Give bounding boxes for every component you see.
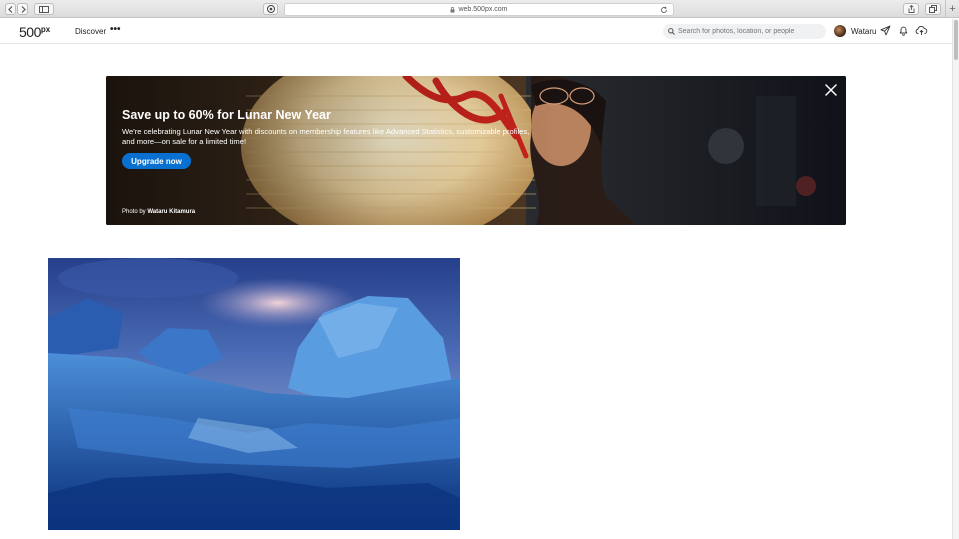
nav-discover-link[interactable]: Discover bbox=[75, 27, 106, 36]
chevron-right-icon bbox=[21, 5, 26, 13]
sidebar-icon bbox=[39, 5, 49, 13]
pinterest-extension-button[interactable] bbox=[263, 3, 278, 15]
back-button[interactable] bbox=[5, 3, 16, 15]
avatar[interactable] bbox=[834, 25, 846, 37]
search-box[interactable] bbox=[663, 24, 826, 39]
search-icon bbox=[668, 28, 675, 35]
promo-banner: Save up to 60% for Lunar New Year We're … bbox=[106, 76, 846, 225]
photo-credit-author[interactable]: Wataru Kitamura bbox=[147, 209, 195, 215]
share-icon bbox=[908, 5, 914, 13]
logo-superscript: px bbox=[40, 25, 51, 34]
banner-description: We're celebrating Lunar New Year with di… bbox=[122, 127, 530, 146]
forward-button[interactable] bbox=[17, 3, 28, 15]
tabs-overview-button[interactable] bbox=[925, 3, 941, 15]
photo-caption-partial bbox=[48, 535, 138, 539]
url-text: web.500px.com bbox=[458, 6, 508, 13]
page-scrollbar[interactable] bbox=[952, 19, 959, 539]
upgrade-now-button[interactable]: Upgrade now bbox=[122, 153, 191, 169]
tabs-icon bbox=[929, 5, 937, 13]
site-header: 500px Discover ••• Wataru bbox=[0, 19, 952, 44]
new-tab-button[interactable]: + bbox=[945, 0, 959, 18]
banner-photo bbox=[106, 76, 846, 225]
close-icon[interactable] bbox=[825, 84, 837, 96]
more-menu-button[interactable]: ••• bbox=[110, 24, 121, 35]
browser-toolbar: web.500px.com + bbox=[0, 0, 959, 18]
upload-cloud-icon[interactable] bbox=[915, 25, 928, 36]
send-icon[interactable] bbox=[880, 25, 891, 36]
address-bar[interactable]: web.500px.com bbox=[284, 3, 674, 16]
search-input[interactable] bbox=[678, 28, 823, 35]
reload-icon[interactable] bbox=[660, 6, 668, 14]
banner-title: Save up to 60% for Lunar New Year bbox=[122, 108, 331, 122]
feed-photo-image bbox=[48, 258, 460, 530]
feed-photo[interactable] bbox=[48, 258, 460, 530]
lock-icon bbox=[450, 6, 455, 12]
photo-credit-prefix: Photo by bbox=[122, 209, 148, 215]
bell-icon[interactable] bbox=[898, 25, 909, 36]
pinterest-icon bbox=[266, 5, 275, 13]
logo-500px[interactable]: 500px bbox=[19, 24, 50, 40]
username-link[interactable]: Wataru bbox=[851, 27, 877, 36]
photo-credit: Photo by Wataru Kitamura bbox=[122, 209, 195, 215]
chevron-left-icon bbox=[7, 5, 12, 13]
logo-text: 500 bbox=[19, 24, 41, 40]
scrollbar-thumb[interactable] bbox=[954, 20, 958, 60]
share-button[interactable] bbox=[903, 3, 919, 15]
sidebar-toggle-button[interactable] bbox=[34, 3, 54, 15]
